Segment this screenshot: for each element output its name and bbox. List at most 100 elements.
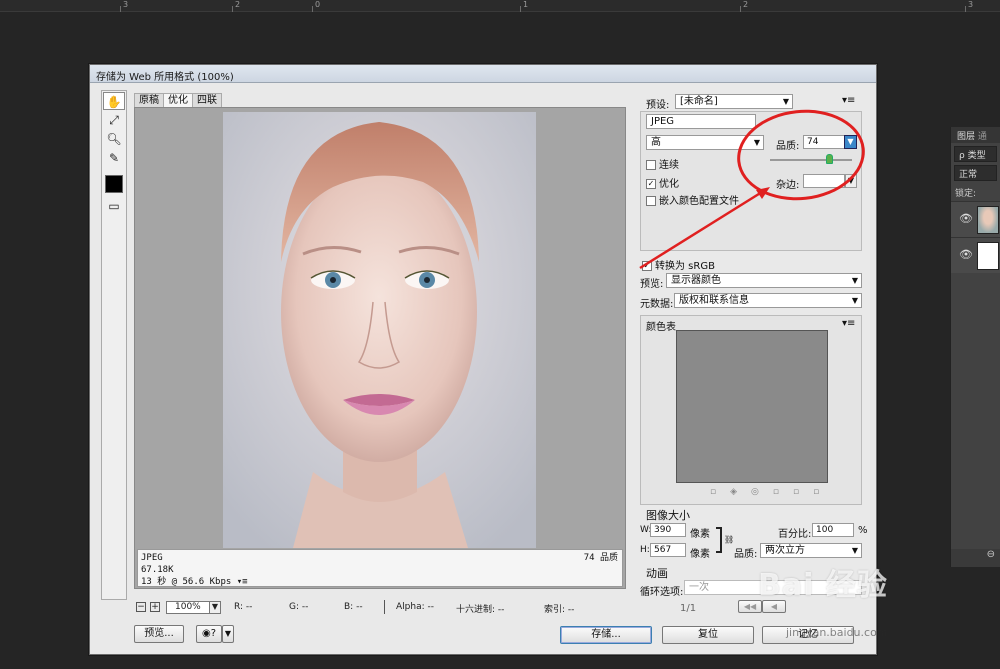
ruler-label: 3 <box>123 0 129 9</box>
loop-options-label: 循环选项: <box>640 587 684 598</box>
ruler-label: 3 <box>968 0 974 9</box>
percent-label: 百分比: <box>778 529 812 540</box>
download-time: 13 秒 @ 56.6 Kbps <box>141 577 232 587</box>
percent-unit: % <box>858 525 868 536</box>
channels-tab-label: 通 <box>977 132 987 142</box>
layers-tab[interactable]: 图层 通 <box>951 127 1000 143</box>
settings-menu-icon[interactable]: ▾≡ <box>842 95 855 106</box>
slice-select-tool-icon[interactable]: ⤢ <box>103 111 125 129</box>
info-size: 67.18K <box>141 565 174 575</box>
tool-palette: ✋ ⤢ 🔍︎ ✎ ▭ <box>101 90 127 600</box>
preview-canvas[interactable]: JPEG 67.18K 13 秒 @ 56.6 Kbps ▾≡ 74 品质 <box>134 107 626 589</box>
quality-level-value: 高 <box>651 137 661 148</box>
metadata-label: 元数据: <box>640 299 674 310</box>
convert-srgb-label: 转换为 sRGB <box>655 261 715 272</box>
hand-tool-icon[interactable]: ✋ <box>103 92 125 110</box>
watermark-logo: Bai 经验 <box>758 568 888 603</box>
save-button[interactable]: 存储... <box>560 626 652 644</box>
convert-srgb-checkbox[interactable]: ✓ <box>642 261 652 271</box>
preview-mode-value: 显示器颜色 <box>671 275 721 286</box>
red-readout: R: -- <box>234 602 253 612</box>
convert-srgb-option[interactable]: ✓ 转换为 sRGB <box>642 257 715 272</box>
eyedropper-tool-icon[interactable]: ✎ <box>103 149 125 167</box>
ruler-label: 0 <box>315 0 321 9</box>
tab-4-up[interactable]: 四联 <box>192 93 222 107</box>
optimized-label: 优化 <box>659 179 679 190</box>
preview-mode-select[interactable]: 显示器颜色 ▼ <box>666 273 862 288</box>
chevron-down-icon: ▼ <box>782 97 789 106</box>
index-readout: 索引: -- <box>544 605 575 615</box>
optimized-checkbox[interactable]: ✓ <box>646 179 656 189</box>
width-unit: 像素 <box>690 529 710 540</box>
layer-thumbnail <box>977 206 999 234</box>
tab-original[interactable]: 原稿 <box>134 93 164 107</box>
browser-dropdown-icon[interactable]: ▼ <box>222 625 234 643</box>
link-layers-icon[interactable]: ⊖ <box>951 549 1000 567</box>
chevron-down-icon: ▼ <box>851 546 858 555</box>
width-input[interactable]: 390 <box>650 523 686 537</box>
tab-optimized[interactable]: 优化 <box>163 93 193 107</box>
reset-button[interactable]: 复位 <box>662 626 754 644</box>
height-input[interactable]: 567 <box>650 543 686 557</box>
alpha-readout: Alpha: -- <box>396 602 434 612</box>
progressive-option[interactable]: 连续 <box>646 156 679 171</box>
ruler-label: 1 <box>523 0 529 9</box>
watermark-url: jingyan.baidu.com <box>786 626 888 639</box>
format-select[interactable]: JPEG <box>646 114 756 129</box>
divider <box>384 600 385 614</box>
embed-profile-option[interactable]: 嵌入颜色配置文件 <box>646 192 739 207</box>
chevron-down-icon: ▼ <box>851 276 858 285</box>
blend-mode-select[interactable]: 正常 <box>954 165 997 181</box>
dialog-title: 存储为 Web 所用格式 (100%) <box>90 65 876 83</box>
view-tabs: 原稿优化双联四联 <box>134 93 222 107</box>
resample-quality-label: 品质: <box>734 549 758 560</box>
eyedropper-color-swatch[interactable] <box>105 175 123 193</box>
height-unit: 像素 <box>690 549 710 560</box>
layer-row[interactable]: 👁 <box>951 201 1000 237</box>
blue-readout: B: -- <box>344 602 363 612</box>
optimization-info: JPEG 67.18K 13 秒 @ 56.6 Kbps ▾≡ 74 品质 <box>137 549 623 587</box>
color-table-title: 颜色表 <box>646 322 676 333</box>
info-format: JPEG <box>141 553 163 563</box>
preset-label: 预设: <box>646 100 670 111</box>
zoom-tool-icon[interactable]: 🔍︎ <box>103 130 125 148</box>
chain-link-icon[interactable]: ⛓ <box>724 535 734 544</box>
zoom-in-button[interactable]: + <box>150 602 160 612</box>
embed-profile-checkbox[interactable] <box>646 196 656 206</box>
frame-counter: 1/1 <box>680 603 697 614</box>
info-speed: 13 秒 @ 56.6 Kbps ▾≡ <box>141 576 619 588</box>
zoom-dropdown-icon[interactable]: ▼ <box>209 601 221 614</box>
animation-title: 动画 <box>646 567 668 580</box>
ruler-label: 2 <box>235 0 241 9</box>
embed-profile-label: 嵌入颜色配置文件 <box>659 196 739 207</box>
optimized-option[interactable]: ✓ 优化 <box>646 175 679 190</box>
layer-filter[interactable]: ρ 类型 <box>954 146 997 162</box>
layer-thumbnail <box>977 242 999 270</box>
browser-preview-icon[interactable]: ◉? <box>196 625 222 643</box>
hex-readout: 十六进制: -- <box>456 605 505 615</box>
color-table-menu-icon[interactable]: ▾≡ <box>842 318 855 329</box>
preset-select[interactable]: [未命名] ▼ <box>675 94 793 109</box>
constrain-bracket <box>716 527 722 553</box>
metadata-value: 版权和联系信息 <box>679 295 749 306</box>
toggle-slices-icon[interactable]: ▭ <box>103 197 125 215</box>
speed-menu-icon[interactable]: ▾≡ <box>237 577 248 587</box>
preset-value: [未命名] <box>680 96 718 107</box>
zoom-out-button[interactable]: − <box>136 602 146 612</box>
info-quality: 74 品质 <box>583 553 618 563</box>
eye-icon[interactable]: 👁 <box>959 212 973 225</box>
color-table-toolbar-icons[interactable]: ▫◈◎▫▫▫ <box>710 487 833 497</box>
metadata-select[interactable]: 版权和联系信息 ▼ <box>674 293 862 308</box>
eye-icon[interactable]: 👁 <box>959 248 973 261</box>
preview-label: 预览: <box>640 279 664 290</box>
color-table-grid[interactable] <box>676 330 828 483</box>
preview-button[interactable]: 预览... <box>134 625 184 643</box>
progressive-checkbox[interactable] <box>646 160 656 170</box>
portrait-image <box>223 112 536 548</box>
percent-input[interactable]: 100 <box>812 523 854 537</box>
green-readout: G: -- <box>289 602 309 612</box>
resample-quality-select[interactable]: 两次立方 ▼ <box>760 543 862 558</box>
top-ruler: 3 2 0 1 2 3 <box>0 0 1000 12</box>
layer-row[interactable]: 👁 <box>951 237 1000 273</box>
chevron-down-icon: ▼ <box>851 296 858 305</box>
